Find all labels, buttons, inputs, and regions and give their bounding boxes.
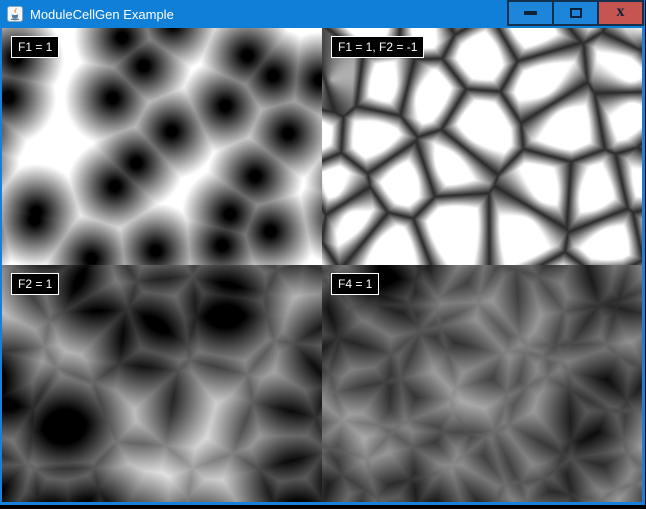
quadrant-f1f2: F1 = 1, F2 = -1 xyxy=(322,28,642,265)
label-tag-f2: F2 = 1 xyxy=(11,273,59,295)
maximize-button[interactable] xyxy=(552,0,599,26)
noise-render-grid: F1 = 1 F1 = 1, F2 = -1 F2 = 1 F4 = 1 xyxy=(2,28,642,502)
close-button[interactable]: x xyxy=(597,0,644,26)
noise-canvas-f2 xyxy=(2,265,322,502)
minimize-icon xyxy=(524,11,537,15)
minimize-button[interactable] xyxy=(507,0,554,26)
label-tag-f1f2: F1 = 1, F2 = -1 xyxy=(331,36,424,58)
window-title: ModuleCellGen Example xyxy=(30,7,174,22)
label-tag-f1: F1 = 1 xyxy=(11,36,59,58)
quadrant-f4: F4 = 1 xyxy=(322,265,642,502)
java-coffee-cup-icon xyxy=(7,6,23,22)
close-x-icon: x xyxy=(617,4,625,20)
window-controls: x xyxy=(507,0,644,26)
label-tag-f4: F4 = 1 xyxy=(331,273,379,295)
maximize-icon xyxy=(570,8,582,18)
window-frame: F1 = 1 F1 = 1, F2 = -1 F2 = 1 F4 = 1 xyxy=(0,28,645,505)
quadrant-f2: F2 = 1 xyxy=(2,265,322,502)
noise-canvas-f4 xyxy=(322,265,642,502)
app-window: ModuleCellGen Example x F1 = 1 F1 = 1, F… xyxy=(0,0,645,505)
titlebar[interactable]: ModuleCellGen Example x xyxy=(0,0,645,28)
noise-canvas-f1 xyxy=(2,28,322,265)
noise-canvas-f1f2 xyxy=(322,28,642,265)
quadrant-f1: F1 = 1 xyxy=(2,28,322,265)
